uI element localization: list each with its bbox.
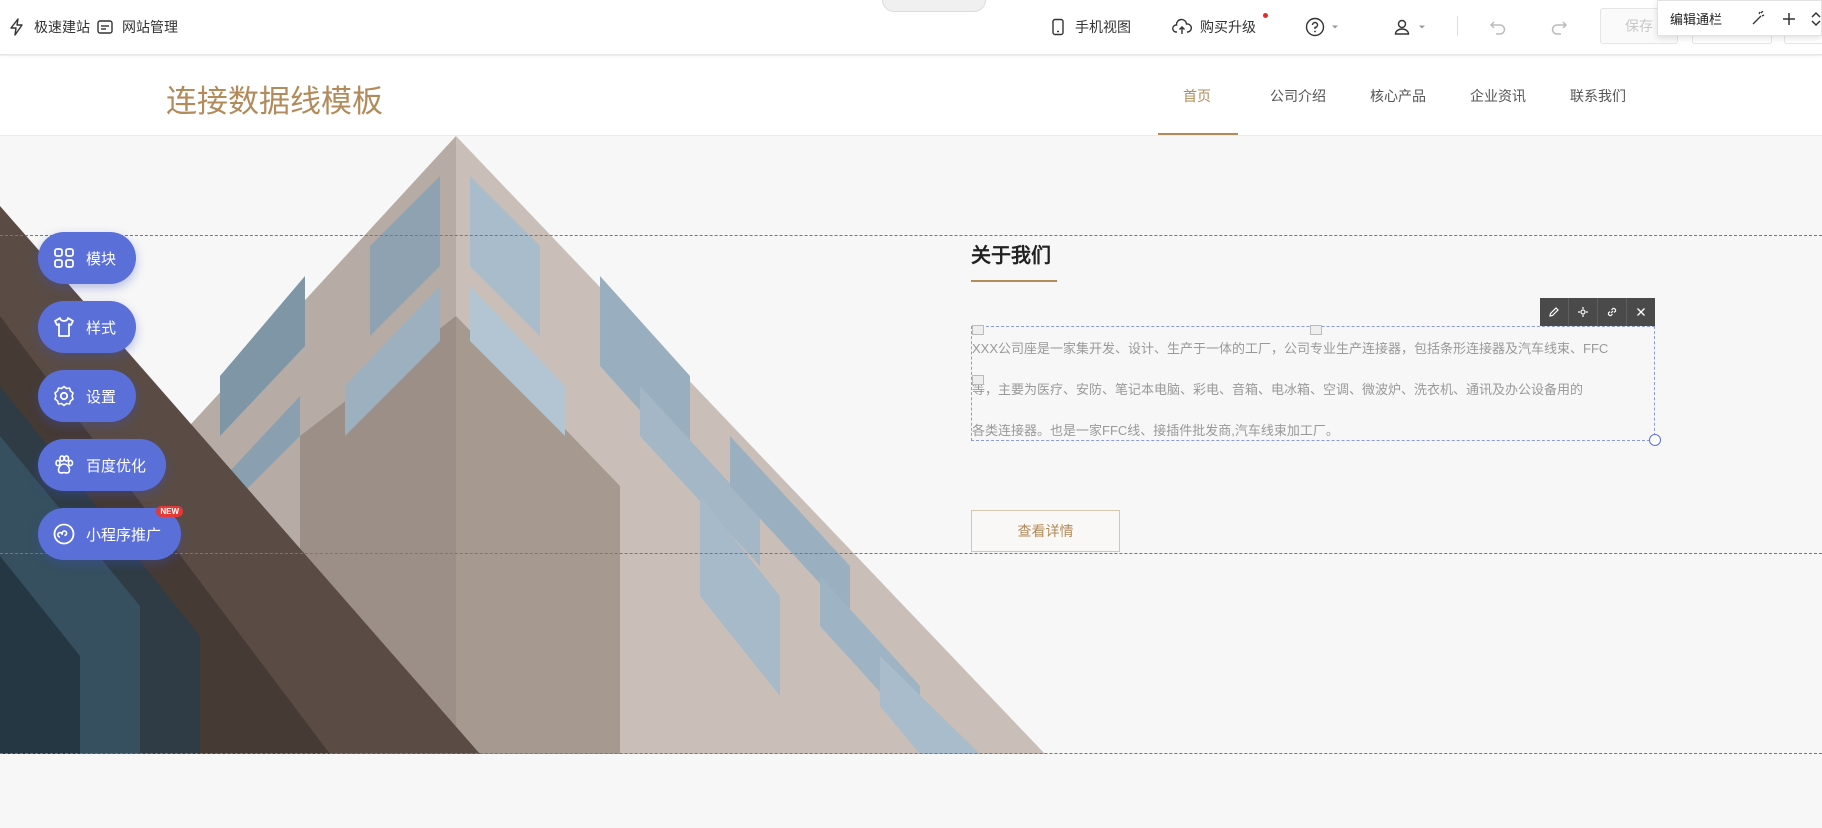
link-button[interactable] (1598, 298, 1627, 326)
side-menu-mini-program[interactable]: 小程序推广 NEW (38, 506, 184, 560)
buy-upgrade-button[interactable]: 购买升级 (1172, 14, 1256, 40)
view-details-button[interactable]: 查看详情 (971, 510, 1120, 552)
gear-icon (54, 385, 74, 407)
section-guide-bottom (0, 753, 1822, 754)
side-menu-module-label: 模块 (86, 250, 117, 268)
section-guide-top (0, 235, 1822, 236)
new-badge: NEW (156, 506, 184, 517)
quick-build-button[interactable]: 极速建站 (8, 14, 90, 40)
side-menu-module[interactable]: 模块 (38, 232, 137, 284)
about-text-box[interactable]: XXX公司座是一家集开发、设计、生产于一体的工厂，公司专业生产连接器，包括条形连… (971, 325, 1661, 446)
delete-button[interactable] (1627, 298, 1655, 326)
side-menu-style[interactable]: 样式 (38, 301, 137, 353)
about-text-line: 等，主要为医疗、安防、笔记本电脑、彩电、音箱、电冰箱、空调、微波炉、洗衣机、通讯… (972, 382, 1584, 397)
chevron-up-icon: ⌃ (928, 0, 940, 9)
side-menu-settings-label: 设置 (86, 388, 117, 406)
undo-button[interactable] (1488, 14, 1516, 40)
side-menu-baidu-seo-label: 百度优化 (86, 457, 147, 475)
quick-build-label: 极速建站 (34, 19, 90, 35)
account-menu[interactable] (1392, 14, 1434, 40)
mobile-view-label: 手机视图 (1075, 19, 1131, 35)
edit-bar-label: 编辑通栏 (1670, 11, 1723, 27)
edit-bar-panel: 编辑通栏 (1657, 0, 1822, 36)
redo-button[interactable] (1549, 14, 1577, 40)
about-section[interactable]: 关于我们 XXX公司座是一家集开发、设计、生产于一体的工厂，公司专业生产连接器，… (0, 136, 1822, 754)
site-manage-icon (97, 20, 113, 34)
close-icon (1637, 308, 1645, 316)
help-icon (1305, 17, 1325, 37)
resize-handle[interactable] (1649, 434, 1661, 446)
text-edit-toolbar (1540, 298, 1655, 326)
about-title-underline (971, 280, 1057, 282)
cloud-upload-icon (1172, 18, 1192, 34)
user-icon (1394, 19, 1410, 35)
nav-active-underline (1158, 133, 1238, 135)
redo-icon (1551, 21, 1568, 35)
phone-icon (1052, 18, 1064, 36)
lightning-icon (10, 18, 23, 36)
side-menu-settings[interactable]: 设置 (38, 370, 137, 422)
anchor-marker (1310, 325, 1322, 335)
anchor-marker (972, 375, 984, 385)
nav-item-products[interactable]: 核心产品 (1370, 86, 1426, 106)
help-menu[interactable] (1305, 14, 1347, 40)
edit-pencil-button[interactable] (1540, 298, 1569, 326)
shirt-icon (54, 317, 74, 337)
chevron-down-icon (1419, 25, 1425, 29)
nav-item-contact[interactable]: 联系我们 (1570, 86, 1626, 106)
side-menu-style-label: 样式 (86, 319, 117, 337)
collapse-arrows-icon[interactable] (1808, 11, 1822, 27)
mobile-view-button[interactable]: 手机视图 (1049, 14, 1131, 40)
about-title[interactable]: 关于我们 (971, 239, 1051, 268)
side-menu-baidu-seo[interactable]: 百度优化 (38, 439, 167, 491)
anchor-marker (972, 325, 984, 335)
magic-wand-icon[interactable] (1750, 11, 1766, 27)
editor-toolbar: ⌃ 极速建站 网站管理 手机视图 购买升级 保存 (0, 0, 1822, 55)
animation-icon (1578, 307, 1588, 317)
toolbar-divider (1457, 16, 1458, 36)
buy-upgrade-label: 购买升级 (1200, 19, 1256, 35)
undo-icon (1489, 21, 1506, 35)
animation-button[interactable] (1569, 298, 1598, 326)
chevron-down-icon (1332, 25, 1338, 29)
about-text-line: 各类连接器。也是一家FFC线、接插件批发商,汽车线束加工厂。 (972, 423, 1339, 438)
site-manage-button[interactable]: 网站管理 (96, 14, 178, 40)
building-image (0, 136, 1045, 754)
nav-item-home[interactable]: 首页 (1183, 86, 1211, 106)
site-manage-label: 网站管理 (122, 19, 178, 35)
site-header: 连接数据线模板 首页 公司介绍 核心产品 企业资讯 联系我们 (0, 56, 1822, 136)
section-guide-middle (0, 553, 1822, 554)
site-title[interactable]: 连接数据线模板 (166, 76, 383, 121)
collapse-toolbar-tab[interactable]: ⌃ (882, 0, 986, 12)
pencil-icon (1549, 307, 1559, 317)
side-menu-mini-program-label: 小程序推广 (86, 526, 162, 544)
nav-item-news[interactable]: 企业资讯 (1470, 86, 1526, 106)
paw-icon (55, 455, 74, 474)
nav-item-about[interactable]: 公司介绍 (1270, 86, 1326, 106)
notification-dot (1263, 13, 1268, 18)
grid-icon (54, 248, 74, 268)
link-icon (1607, 307, 1617, 317)
mini-program-icon (53, 523, 75, 545)
plus-icon[interactable] (1781, 11, 1797, 27)
